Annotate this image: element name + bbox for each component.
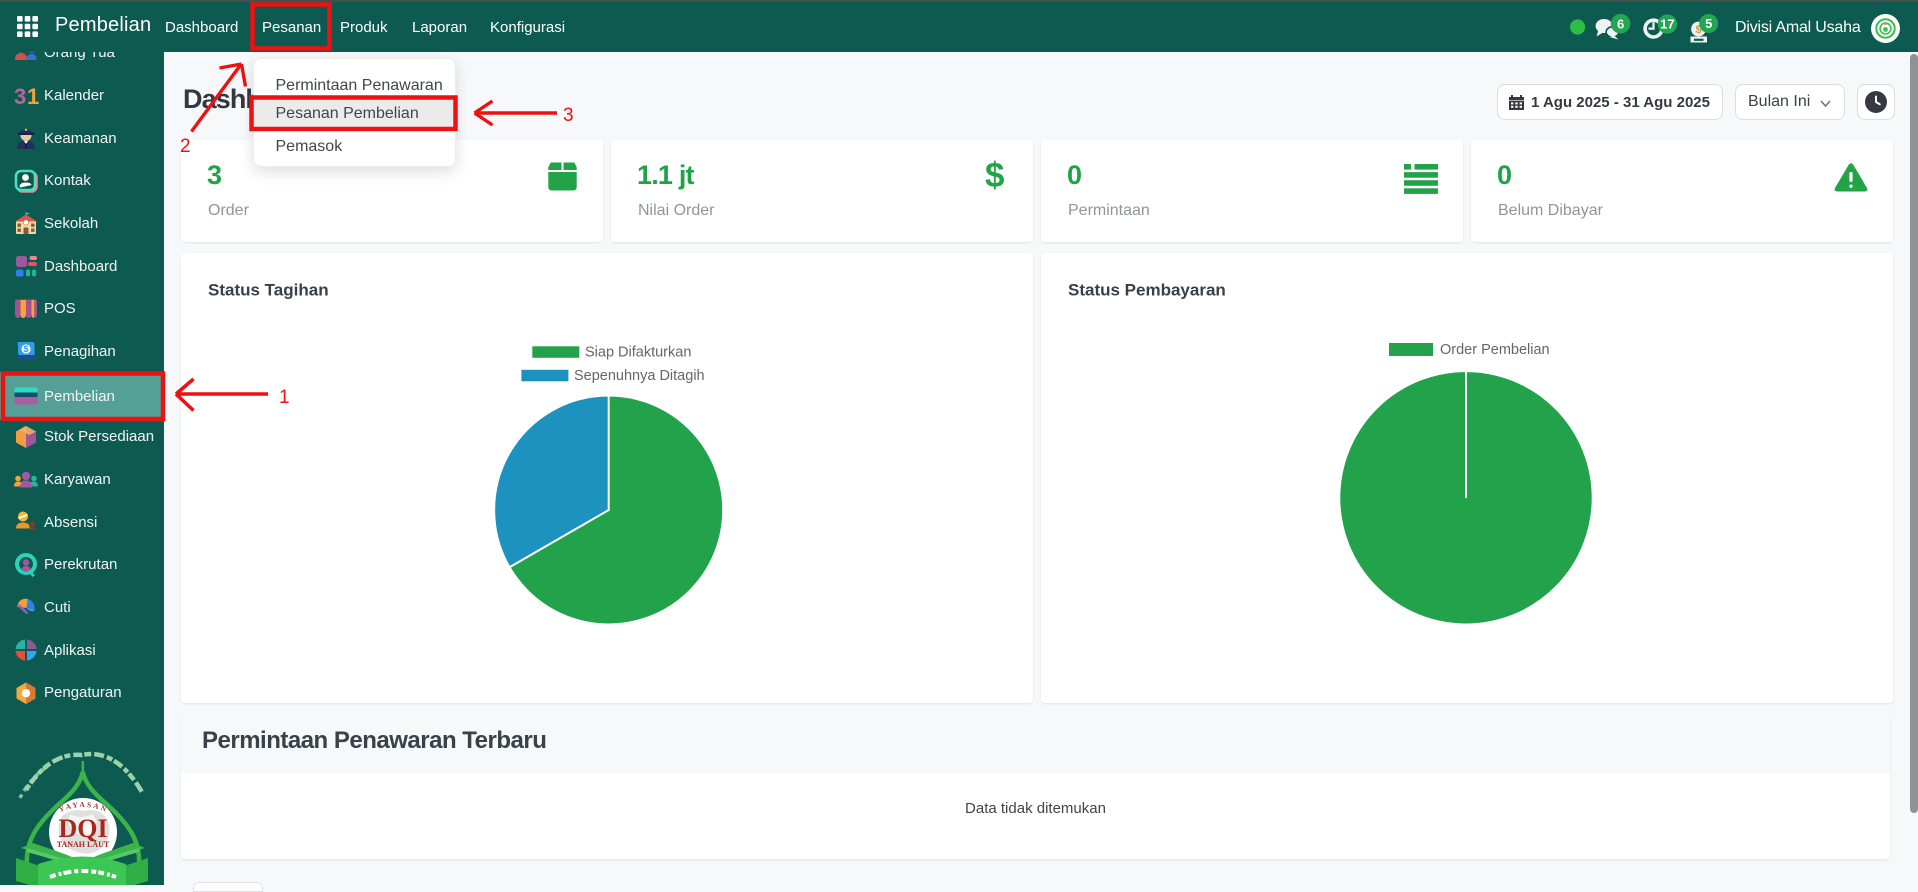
svg-text:$: $ bbox=[23, 344, 28, 354]
svg-text:Status Tagihan: Status Tagihan bbox=[208, 281, 329, 300]
svg-text:3: 3 bbox=[14, 84, 26, 109]
svg-text:6: 6 bbox=[1617, 16, 1624, 31]
svg-text:Order Pembelian: Order Pembelian bbox=[1440, 342, 1550, 358]
svg-text:DQI: DQI bbox=[58, 814, 107, 843]
svg-text:TANAH LAUT: TANAH LAUT bbox=[57, 840, 110, 849]
svg-text:17: 17 bbox=[1660, 17, 1674, 32]
svg-text:1: 1 bbox=[27, 84, 39, 109]
svg-text:5: 5 bbox=[1705, 16, 1712, 31]
svg-text:Sepenuhnya Ditagih: Sepenuhnya Ditagih bbox=[574, 368, 705, 384]
svg-text:Status Pembayaran: Status Pembayaran bbox=[1068, 281, 1226, 300]
svg-text:Siap Difakturkan: Siap Difakturkan bbox=[585, 345, 691, 361]
